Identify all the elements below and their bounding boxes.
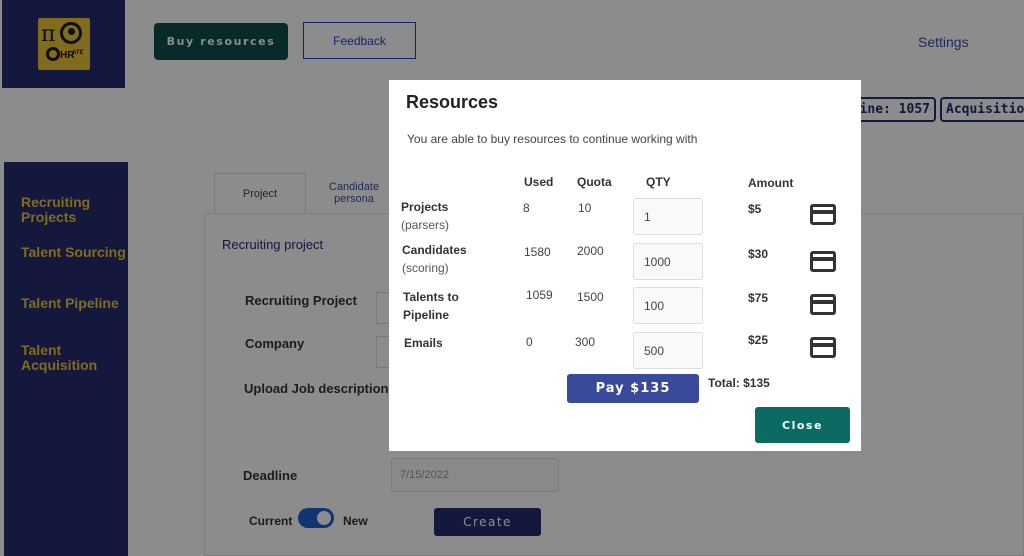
row-name-candidates: Candidates (scoring) <box>402 241 467 277</box>
credit-card-icon[interactable] <box>810 204 836 225</box>
row-used: 1059 <box>526 288 553 302</box>
credit-card-icon[interactable] <box>810 337 836 358</box>
row-name-projects: Projects (parsers) <box>401 198 449 234</box>
row-used: 1580 <box>524 245 551 259</box>
close-button[interactable]: Close <box>755 407 850 443</box>
modal-subtitle: You are able to buy resources to continu… <box>407 132 698 146</box>
row-subtitle: Pipeline <box>403 308 450 322</box>
qty-input-candidates[interactable] <box>633 243 703 280</box>
row-amount: $25 <box>748 333 769 347</box>
total-amount: Total: $135 <box>708 376 770 390</box>
row-quota: 10 <box>578 201 592 215</box>
modal-title: Resources <box>406 92 499 112</box>
row-title: Candidates <box>402 243 467 257</box>
row-subtitle: (scoring) <box>402 261 449 275</box>
row-amount: $5 <box>748 202 762 216</box>
resources-modal: Resources You are able to buy resources … <box>389 80 861 451</box>
column-header-quota: Quota <box>577 175 612 189</box>
row-amount: $75 <box>748 291 769 305</box>
column-header-amount: Amount <box>748 176 794 190</box>
credit-card-icon[interactable] <box>810 294 836 315</box>
row-subtitle: (parsers) <box>401 218 450 232</box>
row-amount: $30 <box>748 247 769 261</box>
row-quota: 2000 <box>577 244 604 258</box>
row-title: Emails <box>404 336 443 350</box>
row-name-emails: Emails <box>404 334 443 352</box>
row-quota: 1500 <box>577 290 604 304</box>
column-header-used: Used <box>524 175 554 189</box>
row-quota: 300 <box>575 335 596 349</box>
qty-input-talents[interactable] <box>633 287 703 324</box>
qty-input-emails[interactable] <box>633 332 703 369</box>
row-used: 0 <box>526 335 533 349</box>
column-header-qty: QTY <box>646 175 671 189</box>
pay-button[interactable]: Pay $135 <box>567 374 699 403</box>
row-title: Projects <box>401 200 449 214</box>
row-name-talents: Talents to Pipeline <box>403 288 459 324</box>
credit-card-icon[interactable] <box>810 251 836 272</box>
row-used: 8 <box>523 201 530 215</box>
row-title: Talents to <box>403 290 459 304</box>
qty-input-projects[interactable] <box>633 198 703 235</box>
